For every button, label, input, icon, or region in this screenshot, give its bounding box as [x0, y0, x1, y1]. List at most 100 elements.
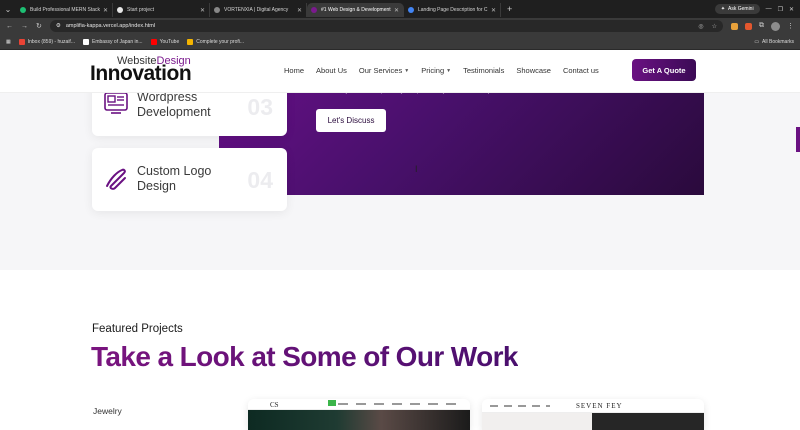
scroll-indicator[interactable] [796, 127, 800, 152]
bookmark-label: Complete your profi... [196, 38, 245, 45]
thumbnail-hero-image [482, 413, 592, 430]
nav-testimonials[interactable]: Testimonials [463, 66, 504, 75]
forward-icon[interactable]: → [21, 23, 28, 30]
nav-services[interactable]: Our Services ▼ [359, 66, 409, 75]
nav-about[interactable]: About Us [316, 66, 347, 75]
bookmark-label: Embassy of Japan in... [91, 38, 143, 45]
bookmark-item[interactable]: Complete your profi... [187, 38, 245, 45]
japan-flag-icon [82, 38, 89, 45]
extension-icon[interactable] [745, 22, 752, 30]
wordpress-layout-icon [104, 92, 128, 114]
tab-title: Landing Page Description for C [418, 7, 488, 13]
tab-favicon-icon [117, 7, 123, 13]
bookmark-label: Inbox (859) - huzaif... [27, 38, 75, 45]
thumbnail-badge [328, 400, 336, 406]
chevron-down-icon: ▼ [446, 67, 452, 74]
window-controls: ✦ Ask Gemini — ❐ ✕ [714, 0, 800, 18]
folder-icon: ▭ [754, 38, 760, 45]
all-bookmarks-button[interactable]: ▭ All Bookmarks [754, 39, 794, 45]
thumbnail-hero-image [248, 410, 470, 430]
reload-icon[interactable]: ↻ [36, 22, 42, 30]
url-bar[interactable]: ⚙ amplifia-kappa.vercel.app/index.html ◎… [49, 20, 723, 32]
nav-home[interactable]: Home [284, 66, 304, 75]
tab-title: VORTENXIA | Digital Agency [224, 7, 289, 13]
tab-favicon-icon [408, 7, 414, 13]
minimize-icon[interactable]: — [766, 6, 772, 12]
extension-icon[interactable] [731, 22, 738, 30]
browser-tab[interactable]: VORTENXIA | Digital Agency ✕ [210, 3, 307, 17]
lets-discuss-button[interactable]: Let's Discuss [316, 109, 386, 132]
tab-search-icon[interactable]: ⌄ [0, 0, 16, 18]
nav-showcase[interactable]: Showcase [516, 66, 551, 75]
tab-title: Build Professional MERN Stack [30, 7, 100, 13]
back-icon[interactable]: ← [6, 23, 13, 30]
hide-icon[interactable]: ◎ [698, 23, 703, 30]
chevron-down-icon: ▼ [404, 67, 410, 74]
section-eyebrow: Featured Projects [92, 323, 183, 335]
bookmark-item[interactable]: Embassy of Japan in... [82, 38, 143, 45]
nav-label: Testimonials [463, 66, 505, 75]
nav-label: Home [284, 66, 305, 75]
address-toolbar: ← → ↻ ⚙ amplifia-kappa.vercel.app/index.… [0, 18, 800, 34]
close-tab-icon[interactable]: ✕ [297, 7, 302, 14]
site-header: WebsiteDesign Innovation Home About Us O… [0, 50, 800, 93]
bookmark-star-icon[interactable]: ☆ [712, 23, 717, 30]
browser-tab[interactable]: Start project ✕ [113, 3, 210, 17]
tab-favicon-icon [311, 7, 317, 13]
youtube-icon [150, 38, 157, 45]
gmail-icon [18, 38, 25, 45]
profile-avatar[interactable] [771, 21, 780, 31]
project-thumbnail[interactable]: SEVEN FEY [482, 399, 704, 430]
ask-gemini-button[interactable]: ✦ Ask Gemini [714, 4, 760, 14]
nav-label: Showcase [516, 66, 551, 75]
apps-grid-icon[interactable]: ▦ [6, 39, 11, 45]
service-number: 04 [247, 167, 273, 193]
bookmark-item[interactable]: Inbox (859) - huzaif... [18, 38, 75, 45]
bookmarks-bar: ▦ Inbox (859) - huzaif... Embassy of Jap… [0, 34, 800, 50]
browser-tab[interactable]: Landing Page Description for C ✕ [404, 3, 501, 17]
browser-tab[interactable]: Build Professional MERN Stack ✕ [16, 3, 113, 17]
close-window-icon[interactable]: ✕ [789, 6, 794, 13]
thumbnail-menu [490, 405, 550, 407]
close-tab-icon[interactable]: ✕ [491, 7, 496, 14]
menu-kebab-icon[interactable]: ⋮ [787, 22, 794, 30]
service-number: 03 [247, 94, 273, 120]
web-page: make sure your website perfectly complem… [0, 50, 800, 430]
service-card-logo-design[interactable]: Custom Logo Design 04 [92, 148, 287, 211]
close-tab-icon[interactable]: ✕ [103, 7, 108, 14]
bookmark-item[interactable]: YouTube [150, 38, 179, 45]
maximize-icon[interactable]: ❐ [778, 6, 783, 13]
browser-tab-active[interactable]: #1 Web Design & Development ✕ [307, 3, 404, 17]
section-heading: Take a Look at Some of Our Work [91, 341, 519, 372]
gemini-icon: ✦ [720, 6, 726, 12]
thumbnail-menu [338, 403, 458, 405]
project-thumbnail[interactable]: CS [248, 399, 470, 430]
get-a-quote-button[interactable]: Get A Quote [632, 59, 696, 81]
gemini-label: Ask Gemini [728, 6, 754, 12]
browser-tab-bar: ⌄ Build Professional MERN Stack ✕ Start … [0, 0, 800, 18]
site-info-icon[interactable]: ⚙ [56, 23, 61, 29]
main-nav: Home About Us Our Services ▼ Pricing ▼ Tes… [284, 66, 599, 75]
extensions-puzzle-icon[interactable]: ⧉ [759, 22, 764, 30]
service-title: Custom Logo Design [137, 164, 212, 193]
nav-label: Pricing [421, 66, 445, 75]
nav-pricing[interactable]: Pricing ▼ [421, 66, 451, 75]
service-title: Wordpress Development [137, 90, 211, 119]
nav-contact[interactable]: Contact us [563, 66, 599, 75]
close-tab-icon[interactable]: ✕ [394, 7, 399, 14]
nav-label: Contact us [562, 66, 599, 75]
tab-favicon-icon [214, 7, 220, 13]
close-tab-icon[interactable]: ✕ [200, 7, 205, 14]
tab-title: #1 Web Design & Development [321, 7, 391, 13]
tab-title: Start project [127, 7, 154, 13]
thumbnail-logo: SEVEN FEY [576, 402, 623, 410]
project-category-tab[interactable]: Jewelry [93, 406, 122, 416]
text-cursor-icon: I [415, 164, 418, 174]
url-text: amplifia-kappa.vercel.app/index.html [65, 23, 156, 29]
thumbnail-hero-image [592, 413, 704, 430]
profile-icon [187, 38, 194, 45]
new-tab-icon[interactable]: + [507, 4, 512, 14]
all-bookmarks-label: All Bookmarks [762, 38, 794, 45]
tab-favicon-icon [20, 7, 26, 13]
logo-wordmark[interactable]: Innovation [90, 62, 192, 86]
